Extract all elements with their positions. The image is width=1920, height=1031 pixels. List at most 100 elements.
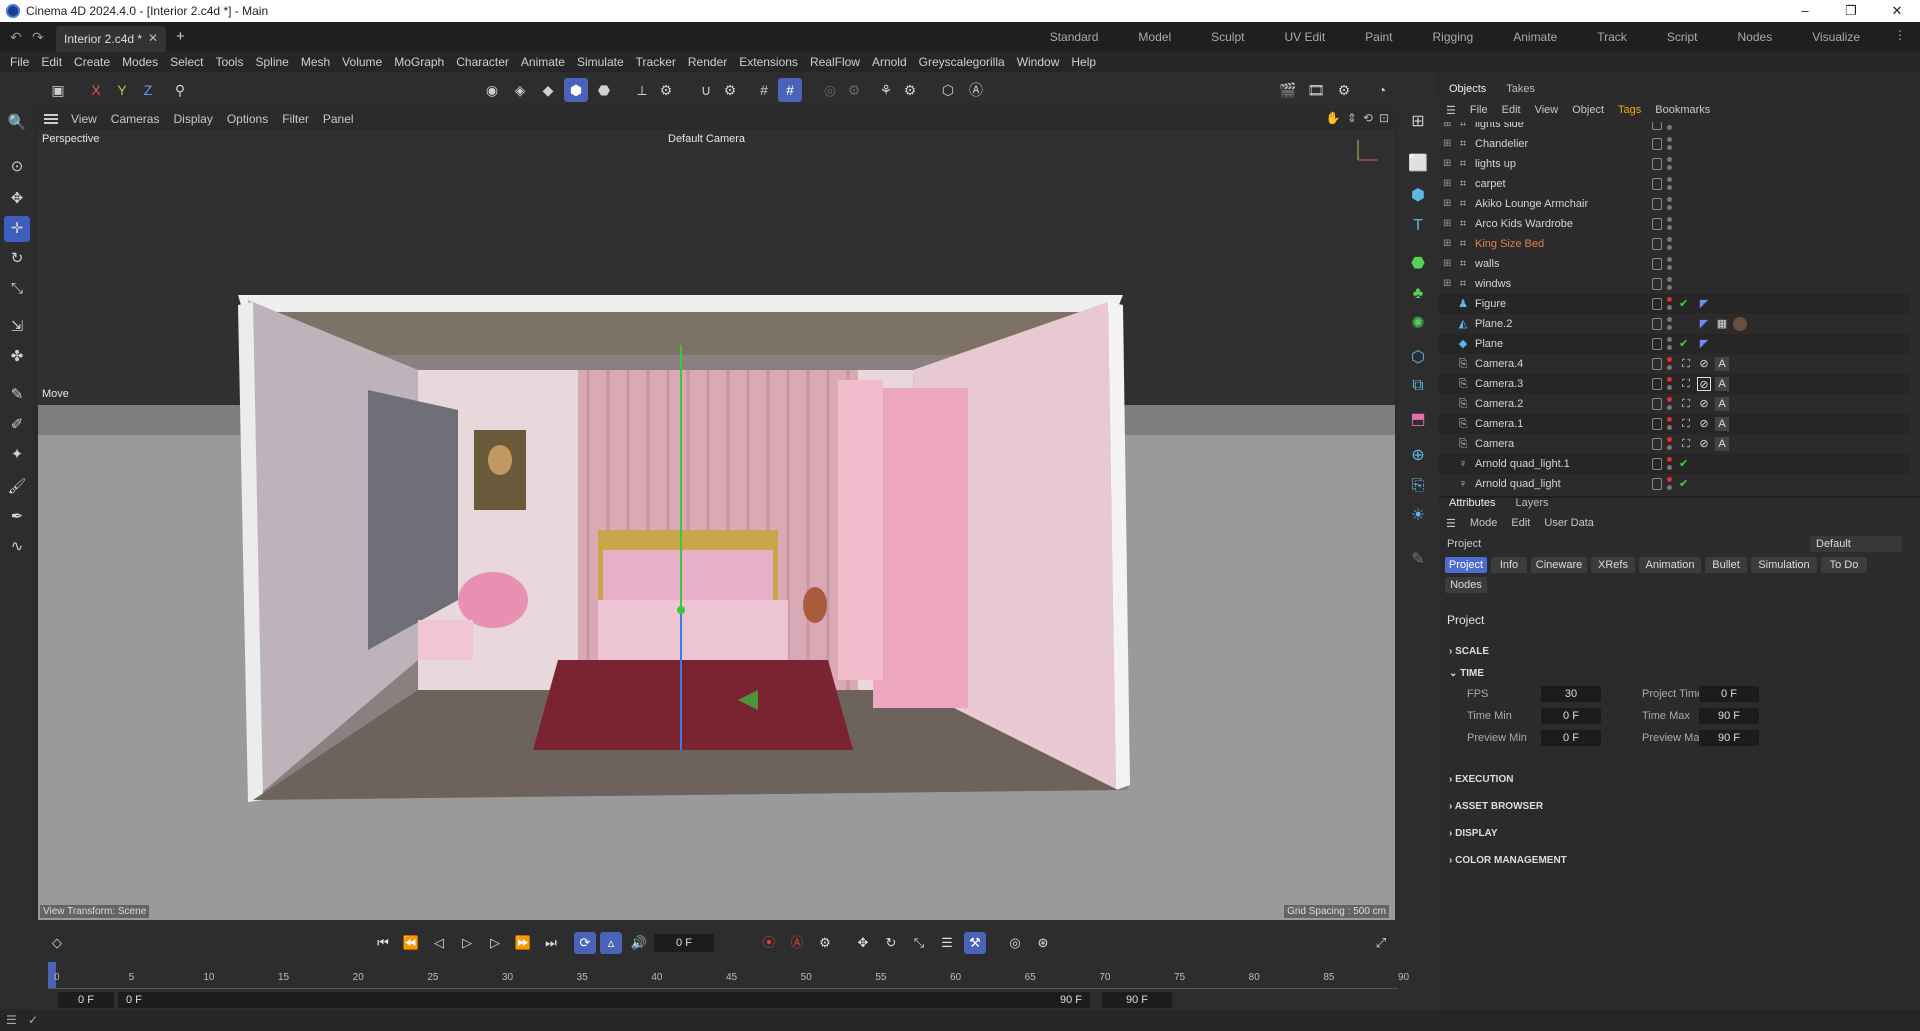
chip-xrefs[interactable]: XRefs [1591, 557, 1635, 573]
list-item[interactable]: ♀ Arnold quad_light.1 ✔ [1439, 454, 1909, 474]
maximize-button[interactable]: ❐ [1828, 0, 1874, 22]
edit-checkbox[interactable] [1652, 458, 1662, 470]
rotate-tool-icon[interactable]: ↻ [4, 246, 30, 272]
viewport-menu-options[interactable]: Options [220, 112, 275, 126]
visibility-dots[interactable] [1667, 197, 1672, 211]
list-item[interactable]: ⊞ ⌗ Chandelier [1439, 134, 1909, 154]
polygon-object-icon[interactable]: ⬢ [1404, 182, 1432, 210]
cube-primitive-icon[interactable]: ⬜ [1404, 150, 1432, 178]
key-scale-icon[interactable]: ⤡ [908, 932, 930, 954]
menu-create[interactable]: Create [68, 55, 116, 69]
tab-attributes[interactable]: Attributes [1439, 494, 1505, 512]
visibility-dots[interactable] [1667, 317, 1672, 331]
text-spline-icon[interactable]: T [1404, 212, 1432, 240]
phong-tag-icon[interactable]: ◤ [1697, 337, 1711, 351]
y-axis-lock[interactable]: Y [110, 78, 134, 102]
soft-selection-icon[interactable]: ◎ [818, 78, 842, 102]
end-frame-field[interactable]: 90 F [1102, 992, 1172, 1008]
time-min-field[interactable]: 0 F [1541, 708, 1601, 724]
menu-edit[interactable]: Edit [35, 55, 68, 69]
edit-checkbox[interactable] [1652, 122, 1662, 130]
new-tab-button[interactable]: + [176, 28, 185, 45]
menu-window[interactable]: Window [1011, 55, 1066, 69]
texture-tag-icon[interactable]: ▦ [1715, 317, 1729, 331]
more-layouts-icon[interactable]: ⋮ [1894, 28, 1906, 42]
pen-icon[interactable]: ✎ [1404, 546, 1432, 574]
object-mode-icon[interactable]: ◉ [480, 78, 504, 102]
preset-dropdown[interactable]: Default [1810, 536, 1902, 552]
chip-to-do[interactable]: To Do [1821, 557, 1867, 573]
protection-tag-icon[interactable]: ⊘ [1697, 377, 1711, 391]
arnold-tag-icon[interactable]: A [1715, 417, 1729, 431]
visibility-dots[interactable] [1667, 237, 1672, 251]
redo-icon[interactable]: ↷ [32, 29, 44, 46]
list-item[interactable]: ⎘ Camera.2 ⛶ ⊘ A [1439, 394, 1909, 414]
enabled-check-icon[interactable]: ✔ [1679, 294, 1688, 314]
viewport-solo-icon[interactable]: ⬡ [936, 78, 960, 102]
edit-checkbox[interactable] [1652, 438, 1662, 450]
attributes-menu-icon[interactable]: ☰ [1439, 517, 1463, 530]
ipr-icon[interactable]: ◔ [1370, 78, 1394, 102]
key-pla-icon[interactable]: ⚒ [964, 932, 986, 954]
tab-objects[interactable]: Objects [1439, 80, 1496, 98]
workplane-snap-icon[interactable]: # [778, 78, 802, 102]
edit-checkbox[interactable] [1652, 158, 1662, 170]
dolly-icon[interactable]: ⇕ [1347, 111, 1357, 125]
visibility-dots[interactable] [1667, 177, 1672, 191]
maximize-viewport-icon[interactable]: ⊡ [1379, 111, 1389, 125]
edit-checkbox[interactable] [1652, 198, 1662, 210]
menu-simulate[interactable]: Simulate [571, 55, 630, 69]
viewport-projection-label[interactable]: Perspective [42, 133, 99, 145]
phong-tag-icon[interactable]: ◤ [1697, 317, 1711, 331]
list-item[interactable]: ⊞ ⌗ lights up [1439, 154, 1909, 174]
grid-snap-icon[interactable]: # [752, 78, 776, 102]
objects-menu-view[interactable]: View [1528, 104, 1566, 116]
visibility-dots[interactable] [1667, 397, 1672, 411]
transform-tool-icon[interactable]: ⇲ [4, 314, 30, 340]
edge-mode-icon[interactable]: ◆ [536, 78, 560, 102]
preview-max-field[interactable]: 90 F [1699, 730, 1759, 746]
search-icon[interactable]: 🔍 [4, 110, 30, 136]
z-axis-lock[interactable]: Z [136, 78, 160, 102]
minimize-button[interactable]: – [1782, 0, 1828, 22]
viewport-menu-cameras[interactable]: Cameras [104, 112, 167, 126]
arnold-tag-icon[interactable]: A [1715, 377, 1729, 391]
chip-simulation[interactable]: Simulation [1751, 557, 1817, 573]
list-item[interactable]: ⎘ Camera.4 ⛶ ⊘ A [1439, 354, 1909, 374]
soft-selection-settings-icon[interactable]: ⚙ [842, 78, 866, 102]
expand-icon[interactable]: ⊞ [1443, 134, 1451, 154]
axis-settings-icon[interactable]: ⚙ [654, 78, 678, 102]
protection-tag-icon[interactable]: ⊘ [1697, 397, 1711, 411]
enabled-check-icon[interactable]: ✔ [1679, 454, 1688, 474]
preview-range-slider[interactable]: 0 F 90 F [118, 992, 1090, 1008]
expand-icon[interactable]: ⊞ [1443, 214, 1451, 234]
group-execution[interactable]: › EXECUTION [1449, 774, 1513, 785]
polygon-pen-icon[interactable]: ✦ [4, 442, 30, 468]
arnold-tag-icon[interactable]: A [1715, 357, 1729, 371]
spline-pen-icon[interactable]: ✎ [4, 382, 30, 408]
go-to-start-icon[interactable]: ⏮ [372, 932, 394, 954]
autokey-icon[interactable]: Ⓐ [786, 932, 808, 954]
target-tag-icon[interactable]: ⛶ [1679, 397, 1693, 411]
menu-extensions[interactable]: Extensions [733, 55, 804, 69]
edit-checkbox[interactable] [1652, 318, 1662, 330]
phong-tag-icon[interactable]: ◤ [1697, 297, 1711, 311]
target-tag-icon[interactable]: ⛶ [1679, 357, 1693, 371]
edit-checkbox[interactable] [1652, 298, 1662, 310]
preview-min-field[interactable]: 0 F [1541, 730, 1601, 746]
visibility-dots[interactable] [1667, 417, 1672, 431]
menu-modes[interactable]: Modes [116, 55, 164, 69]
layout-nodes[interactable]: Nodes [1718, 22, 1793, 52]
group-display[interactable]: › DISPLAY [1449, 828, 1498, 839]
list-item[interactable]: ⊞ ⌗ lights side [1439, 122, 1909, 134]
motion-system-icon[interactable]: ◎ [1004, 932, 1026, 954]
target-tag-icon[interactable]: ⛶ [1679, 377, 1693, 391]
layout-standard[interactable]: Standard [1030, 22, 1119, 52]
drag-handle-icon[interactable]: ⊞ [1404, 108, 1432, 136]
paint-tool-icon[interactable]: ✒ [4, 504, 30, 530]
chip-cineware[interactable]: Cineware [1531, 557, 1587, 573]
symmetry-settings-icon[interactable]: ⚙ [898, 78, 922, 102]
keyframe-settings-icon[interactable]: ⚙ [814, 932, 836, 954]
move-tool-icon[interactable]: ✛ [4, 216, 30, 242]
selection-tools-icon[interactable]: ✥ [4, 186, 30, 212]
